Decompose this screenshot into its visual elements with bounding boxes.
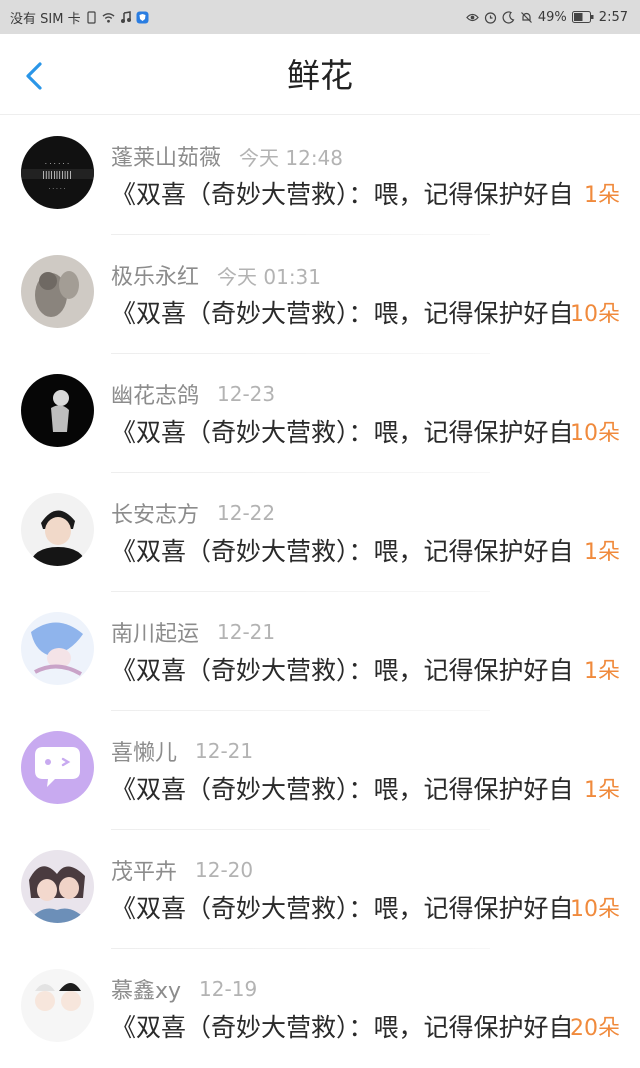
post-time: 12-20 [195,858,254,882]
post-time: 12-22 [217,501,276,525]
user-name[interactable]: 蓬莱山茹薇 [111,140,221,172]
user-name[interactable]: 幽花志鸽 [111,378,199,410]
list-item[interactable]: · · · · · · ||||||||||| · · · · · 蓬莱山茹薇 … [0,116,640,235]
svg-text:· · · · · ·: · · · · · · [45,160,69,168]
list-item[interactable]: 幽花志鸽 12-23 《双喜（奇妙大营救）：喂，记得保护好自己。》 10朵 [0,354,640,473]
post-time: 12-19 [199,977,258,1001]
avatar[interactable] [21,731,94,804]
chat-bubble-icon [21,731,94,804]
avatar[interactable] [21,255,94,328]
message-text: 《双喜（奇妙大营救）：喂，记得保护好自己。》 [111,1013,571,1042]
moon-icon [502,10,515,24]
avatar[interactable] [21,969,94,1042]
message-text: 《双喜（奇妙大营救）：喂，记得保护好自己。》 [111,418,571,447]
battery-percent: 49% [537,9,567,25]
battery-icon [571,11,594,23]
message-text: 《双喜（奇妙大营救）：喂，记得保护好自己。》 [111,299,571,328]
user-name[interactable]: 长安志方 [111,497,199,529]
avatar[interactable] [21,493,94,566]
message-text: 《双喜（奇妙大营救）：喂，记得保护好自己。》 [111,537,571,566]
svg-text:· · · · ·: · · · · · [48,186,65,193]
post-time: 今天 01:31 [217,264,322,289]
post-time: 12-21 [217,620,276,644]
flower-count: 1朵 [584,540,620,565]
avatar[interactable]: · · · · · · ||||||||||| · · · · · [21,136,94,209]
post-time: 12-21 [195,739,254,763]
svg-text:|||||||||||: ||||||||||| [42,170,72,179]
alarm-icon [484,11,496,24]
carrier-text: 没有 SIM 卡 [10,11,81,27]
list-item[interactable]: 喜懒儿 12-21 《双喜（奇妙大营救）：喂，记得保护好自己。》 1朵 [0,711,640,830]
avatar[interactable] [21,612,94,685]
flower-list: · · · · · · ||||||||||| · · · · · 蓬莱山茹薇 … [0,116,640,1068]
nav-bar: 鲜花 [0,34,640,115]
user-name[interactable]: 茂平卉 [111,854,177,886]
list-item[interactable]: 茂平卉 12-20 《双喜（奇妙大营救）：喂，记得保护好自己。》 10朵 [0,830,640,949]
mute-bell-icon [520,11,532,23]
flower-count: 1朵 [584,778,620,803]
list-item[interactable]: 长安志方 12-22 《双喜（奇妙大营救）：喂，记得保护好自己。》 1朵 [0,473,640,592]
status-bar: 没有 SIM 卡 49% 2:57 [0,0,640,34]
clock-time: 2:57 [598,9,628,25]
page-title: 鲜花 [287,56,353,95]
message-text: 《双喜（奇妙大营救）：喂，记得保护好自己。》 [111,656,571,685]
wifi-icon [102,12,115,23]
user-name[interactable]: 极乐永红 [111,259,199,291]
avatar[interactable] [21,850,94,923]
post-time: 今天 12:48 [239,145,344,170]
flower-count: 1朵 [584,659,620,684]
flower-count: 1朵 [584,183,620,208]
flower-count: 10朵 [570,421,620,446]
music-note-icon [120,10,131,23]
sim-card-icon [86,10,96,24]
list-item[interactable]: 慕鑫xy 12-19 《双喜（奇妙大营救）：喂，记得保护好自己。》 20朵 [0,949,640,1068]
user-name[interactable]: 南川起运 [111,616,199,648]
avatar[interactable] [21,374,94,447]
list-item[interactable]: 极乐永红 今天 01:31 《双喜（奇妙大营救）：喂，记得保护好自己。》 10朵 [0,235,640,354]
eye-icon [466,13,479,21]
list-item[interactable]: 南川起运 12-21 《双喜（奇妙大营救）：喂，记得保护好自己。》 1朵 [0,592,640,711]
message-text: 《双喜（奇妙大营救）：喂，记得保护好自己。》 [111,180,571,209]
flower-count: 20朵 [570,1016,620,1041]
flower-count: 10朵 [570,897,620,922]
user-name[interactable]: 慕鑫xy [111,973,181,1005]
user-name[interactable]: 喜懒儿 [111,735,177,767]
message-text: 《双喜（奇妙大营救）：喂，记得保护好自己。》 [111,775,571,804]
message-text: 《双喜（奇妙大营救）：喂，记得保护好自己。》 [111,894,571,923]
flower-count: 10朵 [570,302,620,327]
post-time: 12-23 [217,382,276,406]
shield-app-icon [136,11,149,23]
